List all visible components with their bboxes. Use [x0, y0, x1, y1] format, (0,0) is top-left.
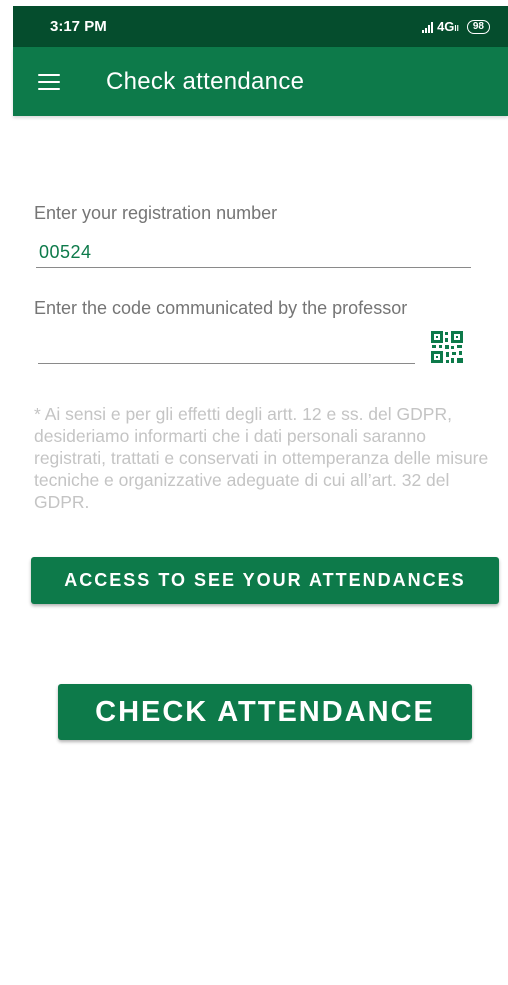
signal-strength-icon: [422, 21, 434, 33]
access-attendances-button[interactable]: ACCESS TO SEE YOUR ATTENDANCES: [31, 557, 499, 604]
hamburger-menu-icon[interactable]: [38, 73, 60, 90]
check-attendance-button[interactable]: CHECK ATTENDANCE: [58, 684, 472, 740]
status-time: 3:17 PM: [50, 18, 107, 35]
professor-code-label: Enter the code communicated by the profe…: [34, 298, 408, 318]
professor-code-input[interactable]: [38, 336, 415, 364]
qr-code-icon[interactable]: [430, 330, 464, 364]
network-suffix: ll: [454, 24, 459, 33]
app-bar: Check attendance: [13, 47, 508, 116]
network-label: 4G: [437, 19, 455, 34]
battery-icon: 98: [466, 19, 490, 34]
privacy-notice: * Ai sensi e per gli effetti degli artt.…: [34, 404, 489, 512]
registration-number-label: Enter your registration number: [34, 203, 278, 223]
network-type: 4Gll: [437, 19, 459, 34]
battery-level: 98: [472, 20, 484, 32]
page-title: Check attendance: [106, 67, 305, 95]
registration-number-input[interactable]: [36, 240, 471, 268]
status-bar: 3:17 PM 4Gll 98: [13, 6, 508, 47]
status-icons: 4Gll 98: [422, 19, 490, 34]
